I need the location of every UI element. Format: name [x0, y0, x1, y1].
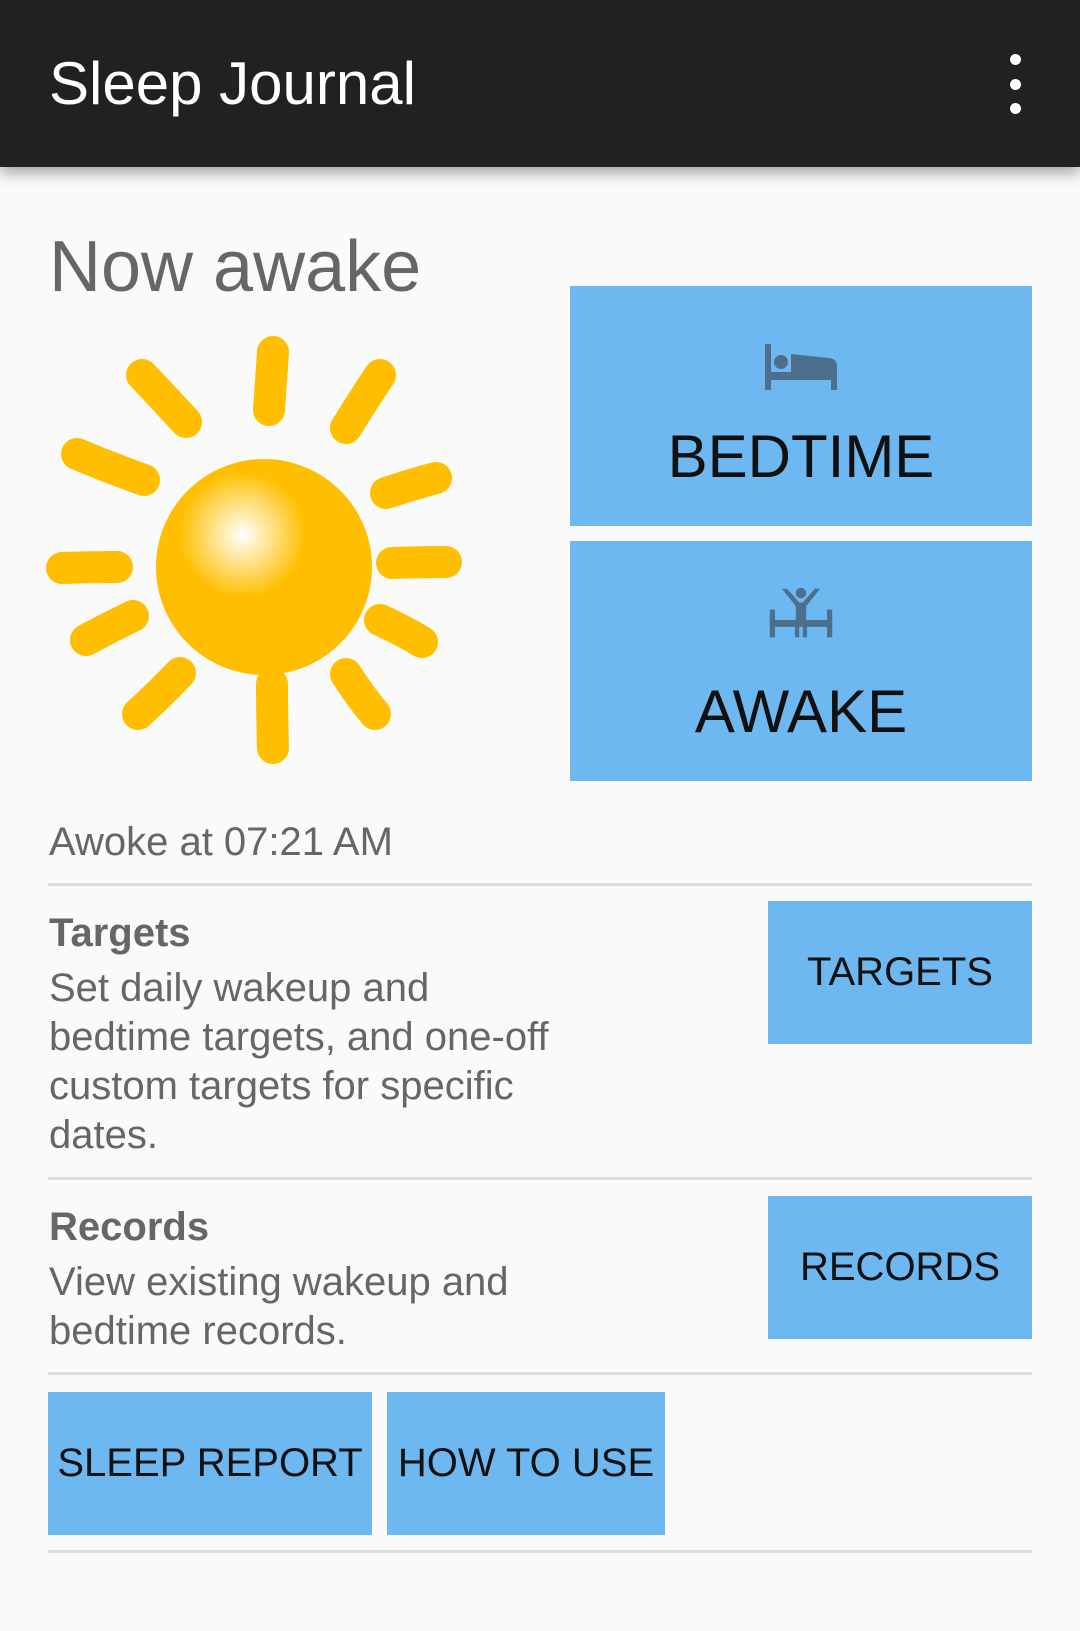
records-button[interactable]: RECORDS [768, 1196, 1032, 1339]
divider [48, 1177, 1032, 1180]
sun-icon [46, 336, 462, 764]
how-to-use-button[interactable]: HOW TO USE [387, 1392, 665, 1535]
more-vert-icon[interactable] [995, 54, 1035, 114]
bed-icon [765, 344, 837, 390]
records-description: View existing wakeup and bedtime records… [49, 1260, 509, 1353]
divider [48, 1372, 1032, 1375]
divider [48, 1550, 1032, 1553]
targets-button[interactable]: TARGETS [768, 901, 1032, 1044]
records-heading: Records [49, 1205, 210, 1249]
bedtime-button[interactable]: BEDTIME [570, 286, 1032, 526]
targets-description: Set daily wakeup and bedtime targets, an… [49, 966, 549, 1157]
targets-heading: Targets [49, 911, 191, 955]
divider [48, 883, 1032, 886]
app-title: Sleep Journal [49, 50, 416, 117]
awake-button[interactable]: AWAKE [570, 541, 1032, 781]
awoke-time-text: Awoke at 07:21 AM [49, 820, 393, 864]
sleep-report-button[interactable]: SLEEP REPORT [48, 1392, 372, 1535]
state-title: Now awake [49, 227, 422, 307]
awake-label: AWAKE [694, 678, 908, 745]
wake-up-icon [769, 587, 833, 638]
app-bar: Sleep Journal [0, 0, 1080, 167]
bedtime-label: BEDTIME [667, 423, 935, 490]
